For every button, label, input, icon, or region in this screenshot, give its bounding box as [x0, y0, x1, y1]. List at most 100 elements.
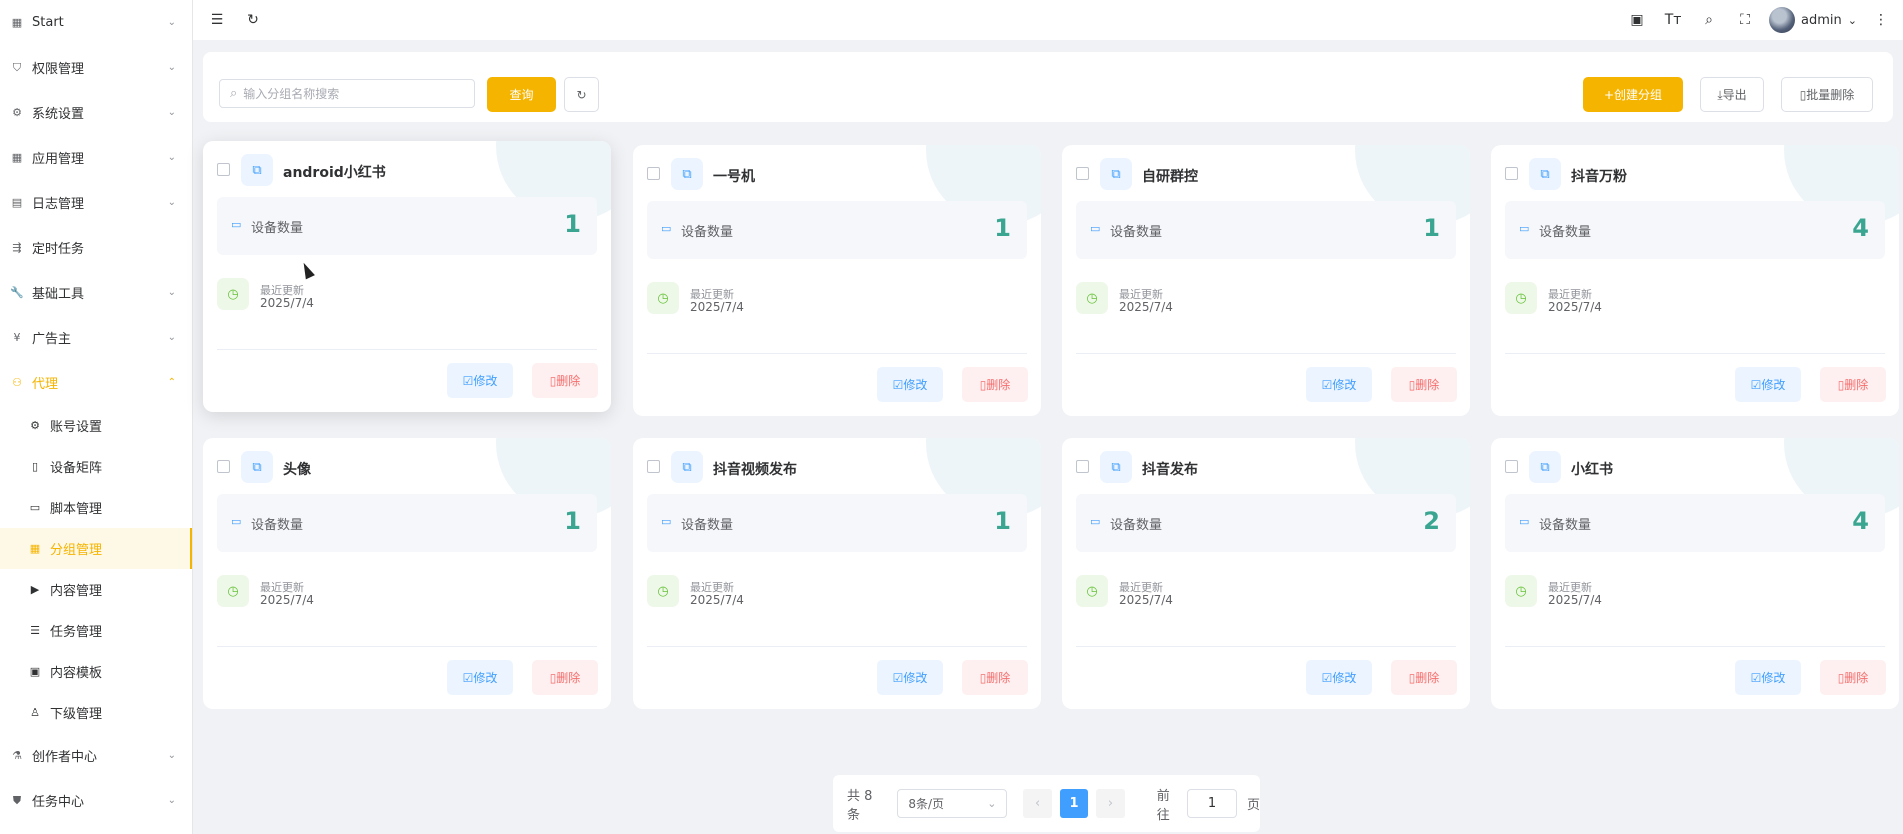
- font-size-icon[interactable]: Tт: [1661, 8, 1685, 32]
- card-checkbox[interactable]: [1076, 460, 1089, 473]
- edit-button[interactable]: ☑修改: [447, 363, 513, 398]
- prev-page-button[interactable]: ‹: [1023, 789, 1052, 818]
- card-checkbox[interactable]: [647, 167, 660, 180]
- fullscreen-icon[interactable]: ⛶: [1733, 8, 1757, 32]
- sidebar-subitem-label: 内容模板: [50, 666, 103, 681]
- card-checkbox[interactable]: [1505, 460, 1518, 473]
- more-icon[interactable]: ⋮: [1869, 8, 1893, 32]
- group-card[interactable]: ⧉ 抖音发布 ▭ 设备数量 2 ◷ 最近更新 2025/7/4 ☑修改 ▯删除: [1062, 438, 1470, 709]
- card-checkbox[interactable]: [647, 460, 660, 473]
- next-page-button[interactable]: ›: [1096, 789, 1125, 818]
- sidebar-subitem-6[interactable]: ▣ 内容模板: [0, 651, 192, 692]
- chevron-icon: ⌄: [167, 795, 176, 806]
- sidebar-subitem-2[interactable]: ▭ 脚本管理: [0, 487, 192, 528]
- image-icon[interactable]: ▣: [1625, 8, 1649, 32]
- user-menu[interactable]: admin ⌄: [1769, 7, 1857, 33]
- sidebar-item-1[interactable]: ⛉ 权限管理 ⌄: [0, 45, 192, 90]
- edit-button[interactable]: ☑修改: [877, 660, 943, 695]
- card-checkbox[interactable]: [1505, 167, 1518, 180]
- sidebar-item-0[interactable]: ▦ Start ⌄: [0, 0, 192, 45]
- delete-button[interactable]: ▯删除: [532, 363, 598, 398]
- sidebar-item-4[interactable]: ▤ 日志管理 ⌄: [0, 180, 192, 225]
- group-card[interactable]: ⧉ 头像 ▭ 设备数量 1 ◷ 最近更新 2025/7/4 ☑修改 ▯删除: [203, 438, 611, 709]
- export-button[interactable]: ⤓导出: [1700, 77, 1764, 112]
- badge-icon: ⛊: [12, 793, 22, 807]
- sidebar-after-item-0[interactable]: ⚗ 创作者中心 ⌄: [0, 733, 192, 778]
- delete-button[interactable]: ▯删除: [962, 367, 1028, 402]
- search-box[interactable]: ⌕: [219, 79, 475, 108]
- card-checkbox[interactable]: [217, 460, 230, 473]
- group-card[interactable]: ⧉ 抖音万粉 ▭ 设备数量 4 ◷ 最近更新 2025/7/4 ☑修改 ▯删除: [1491, 145, 1899, 416]
- delete-button[interactable]: ▯删除: [532, 660, 598, 695]
- delete-button[interactable]: ▯删除: [962, 660, 1028, 695]
- divider: [647, 646, 1027, 647]
- query-button[interactable]: 查询: [487, 77, 556, 112]
- page-number-1[interactable]: 1: [1059, 789, 1089, 818]
- delete-button[interactable]: ▯删除: [1391, 660, 1457, 695]
- group-icon: ⧉: [1100, 158, 1132, 190]
- edit-button[interactable]: ☑修改: [877, 367, 943, 402]
- goto-page-input[interactable]: [1186, 789, 1237, 818]
- sidebar-item-8[interactable]: ⚇ 代理 ⌃: [0, 360, 192, 405]
- sidebar-subitem-1[interactable]: ▯ 设备矩阵: [0, 446, 192, 487]
- sidebar-item-5[interactable]: ⇶ 定时任务: [0, 225, 192, 270]
- group-icon: ▦: [29, 542, 41, 555]
- group-card[interactable]: ⧉ 抖音视频发布 ▭ 设备数量 1 ◷ 最近更新 2025/7/4 ☑修改 ▯删…: [633, 438, 1041, 709]
- edit-button[interactable]: ☑修改: [1306, 367, 1372, 402]
- edit-button[interactable]: ☑修改: [1735, 367, 1801, 402]
- sidebar-item-2[interactable]: ⚙ 系统设置 ⌄: [0, 90, 192, 135]
- sidebar-item-label: 日志管理: [32, 197, 85, 212]
- create-group-button[interactable]: +创建分组: [1583, 77, 1683, 112]
- yuan-icon: ¥: [13, 331, 21, 344]
- card-checkbox[interactable]: [217, 163, 230, 176]
- group-name: android小红书: [283, 165, 386, 181]
- batch-delete-button[interactable]: ▯批量删除: [1781, 77, 1873, 112]
- edit-button[interactable]: ☑修改: [1735, 660, 1801, 695]
- sidebar-item-label: 基础工具: [32, 287, 85, 302]
- group-card[interactable]: ⧉ android小红书 ▭ 设备数量 1 ◷ 最近更新 2025/7/4 ☑修…: [203, 141, 611, 412]
- sidebar-subitem-4[interactable]: ▶ 内容管理: [0, 569, 192, 610]
- timer-icon: ◷: [647, 282, 679, 314]
- sidebar-item-label: 系统设置: [32, 107, 85, 122]
- group-card[interactable]: ⧉ 自研群控 ▭ 设备数量 1 ◷ 最近更新 2025/7/4 ☑修改 ▯删除: [1062, 145, 1470, 416]
- update-date: 2025/7/4: [1119, 300, 1173, 314]
- reset-button[interactable]: ↻: [564, 77, 599, 112]
- sidebar-subitem-0[interactable]: ⚙ 账号设置: [0, 405, 192, 446]
- sidebar-after-item-2[interactable]: ▥ 数据中心 ⌄: [0, 823, 192, 834]
- page-size-select[interactable]: 8条/页 ⌄: [897, 789, 1008, 818]
- main-content: ⌕ 查询 ↻ +创建分组 ⤓导出 ▯批量删除 ⧉ android小红书 ▭ 设备…: [193, 45, 1903, 834]
- sidebar-item-7[interactable]: ¥ 广告主 ⌄: [0, 315, 192, 360]
- group-card[interactable]: ⧉ 小红书 ▭ 设备数量 4 ◷ 最近更新 2025/7/4 ☑修改 ▯删除: [1491, 438, 1899, 709]
- device-count-panel: ▭ 设备数量 1: [647, 201, 1027, 259]
- sidebar-subitem-5[interactable]: ☰ 任务管理: [0, 610, 192, 651]
- search-input[interactable]: [243, 86, 464, 101]
- timer-icon: ◷: [1076, 282, 1108, 314]
- delete-button[interactable]: ▯删除: [1820, 660, 1886, 695]
- group-name: 小红书: [1571, 462, 1613, 478]
- card-checkbox[interactable]: [1076, 167, 1089, 180]
- group-icon: ⧉: [1100, 451, 1132, 483]
- sidebar-subitem-7[interactable]: ♙ 下级管理: [0, 692, 192, 733]
- refresh-icon[interactable]: ↻: [241, 8, 265, 32]
- device-count-label: 设备数量: [681, 225, 734, 240]
- sidebar-item-3[interactable]: ▦ 应用管理 ⌄: [0, 135, 192, 180]
- shield-icon: ⛉: [12, 60, 22, 74]
- edit-button[interactable]: ☑修改: [447, 660, 513, 695]
- timer-icon: ◷: [1505, 575, 1537, 607]
- group-card[interactable]: ⧉ 一号机 ▭ 设备数量 1 ◷ 最近更新 2025/7/4 ☑修改 ▯删除: [633, 145, 1041, 416]
- device-count-value: 4: [1852, 507, 1869, 535]
- sidebar-subitem-3[interactable]: ▦ 分组管理: [0, 528, 192, 569]
- menu-collapse-icon[interactable]: ☰: [205, 8, 229, 32]
- group-icon: ⧉: [1529, 158, 1561, 190]
- update-date: 2025/7/4: [690, 300, 744, 314]
- sidebar-after-item-1[interactable]: ⛊ 任务中心 ⌄: [0, 778, 192, 823]
- delete-button[interactable]: ▯删除: [1820, 367, 1886, 402]
- divider: [647, 353, 1027, 354]
- toolbar: ⌕ 查询 ↻ +创建分组 ⤓导出 ▯批量删除: [203, 52, 1893, 122]
- sidebar-item-label: 定时任务: [32, 242, 85, 257]
- search-icon[interactable]: ⌕: [1697, 8, 1721, 32]
- edit-button[interactable]: ☑修改: [1306, 660, 1372, 695]
- delete-button[interactable]: ▯删除: [1391, 367, 1457, 402]
- avatar[interactable]: [1769, 7, 1796, 33]
- sidebar-item-6[interactable]: 🔧 基础工具 ⌄: [0, 270, 192, 315]
